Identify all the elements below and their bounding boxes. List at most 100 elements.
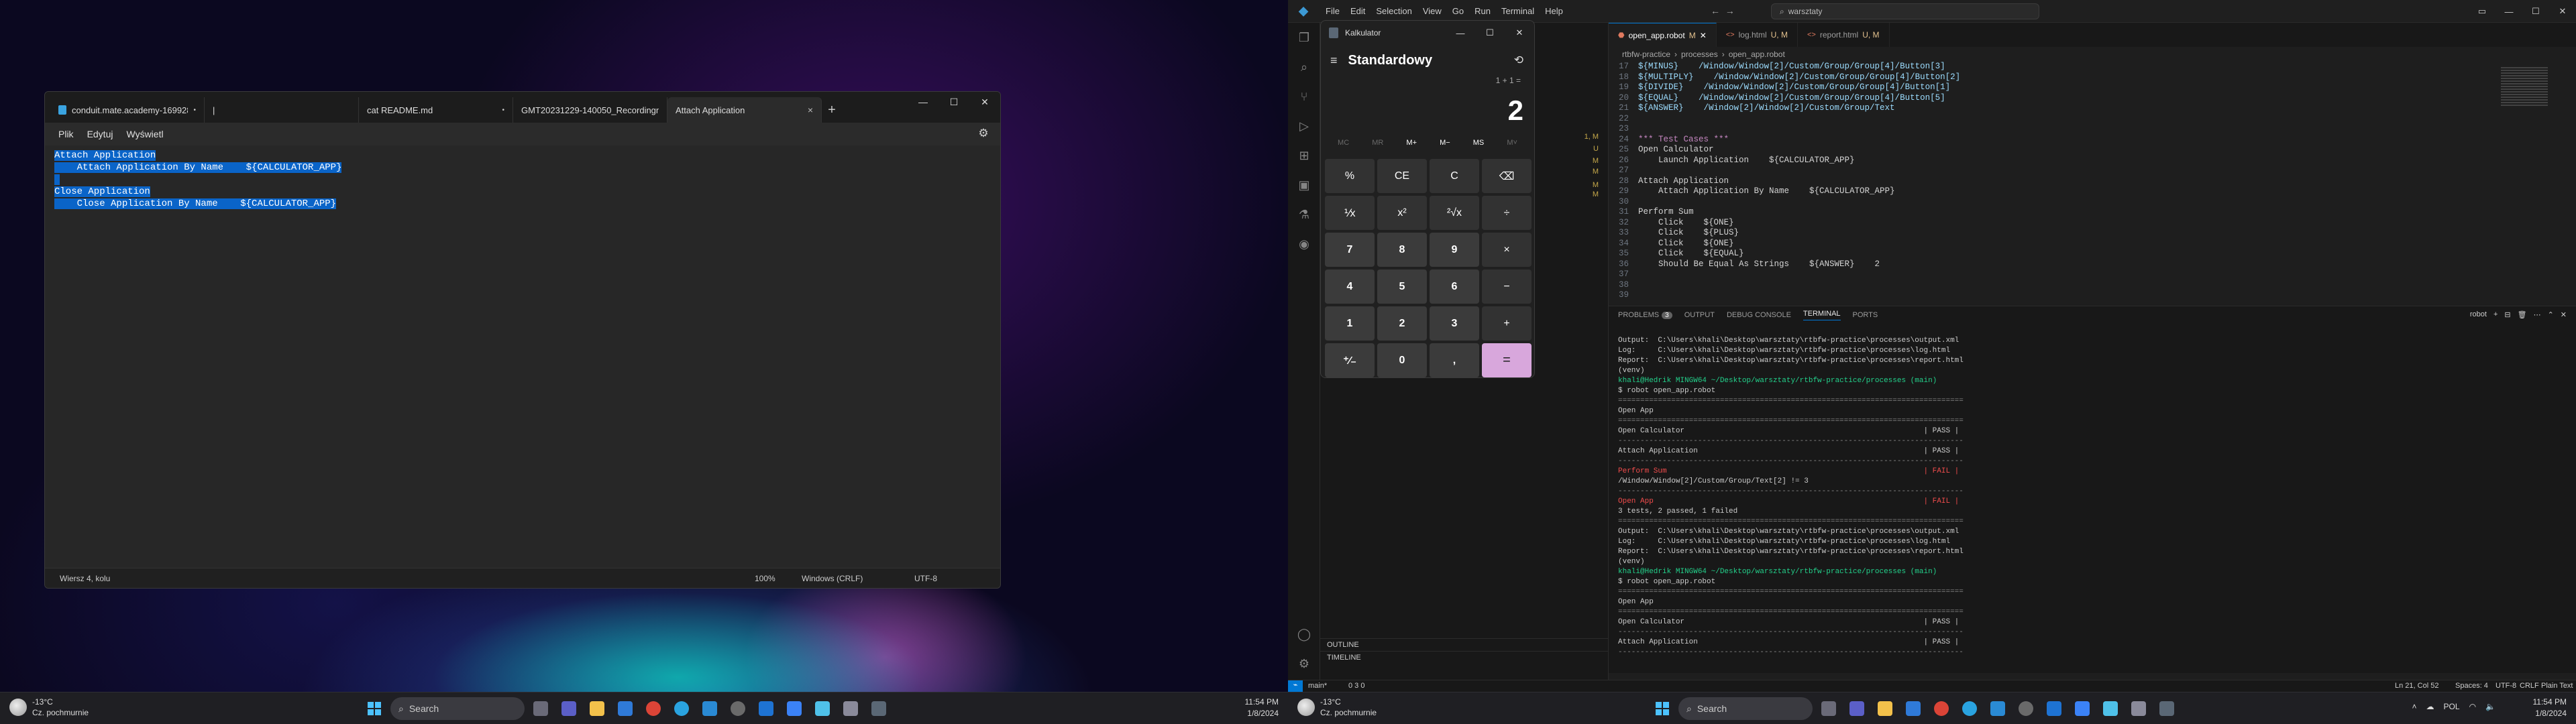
- nav-arrows[interactable]: ← →: [1711, 5, 1735, 16]
- tab-log-html[interactable]: <> log.html U, M: [1717, 23, 1798, 47]
- teams-icon[interactable]: [1845, 697, 1869, 721]
- extensions-icon[interactable]: ⊞: [1288, 141, 1320, 170]
- breadcrumb-item[interactable]: processes: [1681, 50, 1718, 59]
- outlook-icon[interactable]: [754, 697, 778, 721]
- calculator-taskbar-icon[interactable]: [867, 697, 891, 721]
- run-debug-icon[interactable]: ▷: [1288, 111, 1320, 141]
- split-terminal-icon[interactable]: ⊟: [2504, 310, 2510, 319]
- close-icon[interactable]: ✕: [1505, 21, 1534, 45]
- problems-status[interactable]: 0 3 0: [1348, 682, 1364, 690]
- notepad-taskbar-icon[interactable]: [810, 697, 835, 721]
- telegram-icon[interactable]: [1957, 697, 1982, 721]
- digit-5-button[interactable]: 5: [1377, 269, 1427, 304]
- tab-output[interactable]: OUTPUT: [1684, 311, 1715, 319]
- new-tab-button[interactable]: +: [822, 97, 842, 123]
- tab-status[interactable]: •: [502, 107, 504, 114]
- tab-status[interactable]: •: [193, 107, 196, 114]
- vscode-icon[interactable]: [1986, 697, 2010, 721]
- backspace-button[interactable]: ⌫: [1482, 159, 1532, 193]
- menu-run[interactable]: Run: [1469, 6, 1496, 16]
- add-button[interactable]: +: [1482, 306, 1532, 341]
- outline-header[interactable]: OUTLINE: [1320, 638, 1608, 651]
- tab-report-html[interactable]: <> report.html U, M: [1798, 23, 1890, 47]
- tab-problems[interactable]: PROBLEMS 3: [1618, 311, 1672, 319]
- digit-9-button[interactable]: 9: [1430, 233, 1479, 267]
- negate-button[interactable]: ⁺∕₋: [1325, 343, 1375, 377]
- file-explorer-icon[interactable]: [585, 697, 609, 721]
- chrome-icon[interactable]: [641, 697, 665, 721]
- calculator-taskbar-icon[interactable]: [2155, 697, 2179, 721]
- percent-button[interactable]: %: [1325, 159, 1375, 193]
- digit-2-button[interactable]: 2: [1377, 306, 1427, 341]
- line-ending[interactable]: Windows (CRLF): [802, 574, 863, 583]
- manage-gear-icon[interactable]: ⚙: [1288, 649, 1320, 678]
- settings-gear-icon[interactable]: ⚙: [976, 127, 991, 141]
- menu-terminal[interactable]: Terminal: [1496, 6, 1540, 16]
- command-center[interactable]: ⌕ warsztaty: [1771, 3, 2039, 19]
- minimize-icon[interactable]: —: [1446, 21, 1475, 45]
- reciprocal-button[interactable]: ⅟x: [1325, 196, 1375, 230]
- encoding[interactable]: UTF-8: [914, 574, 937, 583]
- decimal-button[interactable]: ,: [1430, 343, 1479, 377]
- tab-terminal[interactable]: TERMINAL: [1803, 310, 1841, 320]
- memory-clear-button[interactable]: MC: [1338, 139, 1349, 147]
- layout-icon[interactable]: ▭: [2469, 0, 2496, 23]
- terminal-shell-label[interactable]: robot: [2470, 310, 2487, 319]
- minimize-icon[interactable]: —: [908, 92, 938, 112]
- memory-recall-button[interactable]: MR: [1372, 139, 1383, 147]
- menu-view[interactable]: View: [1417, 6, 1447, 16]
- taskbar-search[interactable]: ⌕ Search: [390, 697, 525, 720]
- snipping-tool-icon[interactable]: [839, 697, 863, 721]
- menu-edit[interactable]: Edytuj: [80, 126, 120, 142]
- multiply-button[interactable]: ×: [1482, 233, 1532, 267]
- maximize-panel-icon[interactable]: ⌃: [2548, 310, 2554, 319]
- digit-6-button[interactable]: 6: [1430, 269, 1479, 304]
- notepad-tab[interactable]: conduit.mate.academy-1699281159 •: [50, 97, 205, 123]
- remote-icon[interactable]: ▣: [1288, 170, 1320, 200]
- wifi-icon[interactable]: ◠: [2469, 702, 2476, 711]
- equals-button[interactable]: =: [1482, 343, 1532, 377]
- trash-icon[interactable]: 🗑: [2518, 310, 2527, 319]
- divide-button[interactable]: ÷: [1482, 196, 1532, 230]
- chrome-alt-icon[interactable]: [2014, 697, 2038, 721]
- account-icon[interactable]: ◯: [1288, 619, 1320, 649]
- robot-icon[interactable]: ◉: [1288, 229, 1320, 259]
- menu-edit[interactable]: Edit: [1345, 6, 1371, 16]
- digit-7-button[interactable]: 7: [1325, 233, 1375, 267]
- tab-open-app[interactable]: ⬣ open_app.robot M ✕: [1609, 23, 1717, 47]
- maximize-icon[interactable]: ☐: [1475, 21, 1505, 45]
- todo-icon[interactable]: [782, 697, 806, 721]
- memory-subtract-button[interactable]: M−: [1440, 139, 1450, 147]
- branch-label[interactable]: main*: [1308, 682, 1327, 690]
- memory-store-button[interactable]: MS: [1473, 139, 1485, 147]
- language-indicator[interactable]: POL: [2444, 702, 2460, 711]
- notepad-text-area[interactable]: Attach Application Attach Application By…: [45, 145, 1000, 568]
- volume-icon[interactable]: 🔈: [2485, 702, 2496, 711]
- chevron-up-icon[interactable]: ˄: [2412, 702, 2417, 711]
- digit-1-button[interactable]: 1: [1325, 306, 1375, 341]
- clock[interactable]: 11:54 PM 1/8/2024: [1245, 697, 1279, 719]
- notepad-tab[interactable]: GMT20231229-140050_RecordingnewCh: [513, 97, 667, 123]
- menu-selection[interactable]: Selection: [1371, 6, 1417, 16]
- indentation[interactable]: Spaces: 4: [2455, 682, 2488, 690]
- calendar-icon[interactable]: [613, 697, 637, 721]
- clear-button[interactable]: C: [1430, 159, 1479, 193]
- outlook-icon[interactable]: [2042, 697, 2066, 721]
- square-root-button[interactable]: ²√x: [1430, 196, 1479, 230]
- add-terminal-icon[interactable]: +: [2493, 310, 2498, 319]
- close-panel-icon[interactable]: ✕: [2561, 310, 2567, 319]
- terminal-output[interactable]: Output: C:\Users\khali\Desktop\warsztaty…: [1618, 336, 1967, 658]
- notepad-tab-active[interactable]: Attach Application ×: [667, 97, 822, 123]
- tab-ports[interactable]: PORTS: [1853, 311, 1878, 319]
- search-icon[interactable]: ⌕: [1288, 52, 1320, 82]
- tab-close-icon[interactable]: ×: [808, 105, 813, 115]
- minimize-icon[interactable]: —: [2496, 0, 2522, 23]
- menu-view[interactable]: Wyświetl: [119, 126, 170, 142]
- clock[interactable]: 11:54 PM 1/8/2024: [2533, 697, 2567, 719]
- memory-list-button[interactable]: M˅: [1507, 139, 1517, 147]
- digit-0-button[interactable]: 0: [1377, 343, 1427, 377]
- clear-entry-button[interactable]: CE: [1377, 159, 1427, 193]
- line-ending[interactable]: CRLF: [2520, 682, 2539, 690]
- taskbar-search[interactable]: ⌕ Search: [1678, 697, 1813, 720]
- tab-close-icon[interactable]: ✕: [1700, 31, 1707, 40]
